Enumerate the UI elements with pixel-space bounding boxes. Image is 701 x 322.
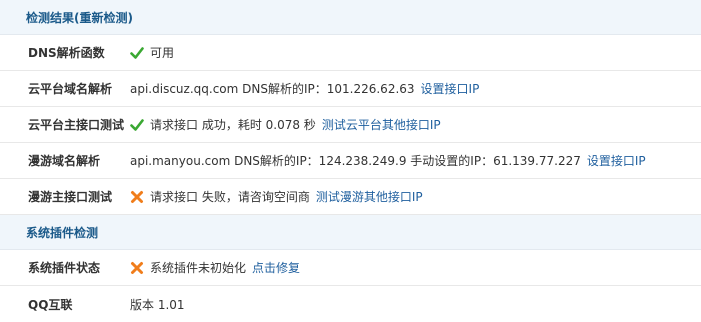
- section-header-check-results[interactable]: 检测结果(重新检测): [0, 0, 701, 35]
- set-api-ip-link[interactable]: 设置接口IP: [421, 80, 480, 97]
- dns-result-text: api.manyou.com DNS解析的IP：124.238.249.9 手动…: [130, 154, 581, 168]
- check-icon: [130, 118, 144, 131]
- row-value: api.discuz.qq.com DNS解析的IP：101.226.62.63…: [130, 80, 479, 97]
- api-result-text: 请求接口 成功，耗时 0.078 秒: [150, 118, 316, 132]
- cross-icon: [131, 261, 143, 274]
- cloud-diagnostic-panel: 检测结果(重新检测) DNS解析函数 可用 云平台域名解析 api.discuz…: [0, 0, 701, 316]
- row-label: 云平台域名解析: [28, 82, 113, 96]
- dns-result-text: api.discuz.qq.com DNS解析的IP：101.226.62.63: [130, 82, 415, 96]
- section-header-plugin-check: 系统插件检测: [0, 215, 701, 250]
- row-value: api.manyou.com DNS解析的IP：124.238.249.9 手动…: [130, 152, 646, 169]
- row-label: 系统插件状态: [28, 261, 101, 275]
- click-repair-link[interactable]: 点击修复: [252, 259, 300, 276]
- row-cloud-domain: 云平台域名解析 api.discuz.qq.com DNS解析的IP：101.2…: [0, 71, 701, 107]
- row-value: 版本 1.01: [130, 296, 185, 313]
- status-text: 可用: [150, 46, 175, 60]
- row-manyou-api-test: 漫游主接口测试 请求接口 失败，请咨询空间商 测试漫游其他接口IP: [0, 179, 701, 215]
- section-title[interactable]: 检测结果(重新检测): [26, 9, 133, 26]
- test-cloud-other-ip-link[interactable]: 测试云平台其他接口IP: [322, 116, 441, 133]
- row-label: 漫游主接口测试: [28, 190, 113, 204]
- cross-icon: [131, 190, 143, 203]
- row-manyou-domain: 漫游域名解析 api.manyou.com DNS解析的IP：124.238.2…: [0, 143, 701, 179]
- row-dns-function: DNS解析函数 可用: [0, 35, 701, 71]
- row-label: QQ互联: [28, 297, 73, 312]
- row-cloud-api-test: 云平台主接口测试 请求接口 成功，耗时 0.078 秒 测试云平台其他接口IP: [0, 107, 701, 143]
- check-icon: [130, 46, 144, 59]
- section-title: 系统插件检测: [26, 225, 99, 240]
- row-label: 漫游域名解析: [28, 154, 101, 168]
- row-value: 请求接口 成功，耗时 0.078 秒 测试云平台其他接口IP: [130, 116, 441, 133]
- test-manyou-other-ip-link[interactable]: 测试漫游其他接口IP: [316, 188, 423, 205]
- row-label: DNS解析函数: [28, 46, 105, 60]
- row-label: 云平台主接口测试: [28, 118, 125, 132]
- row-value: 可用: [130, 44, 174, 61]
- version-text: 版本 1.01: [130, 297, 185, 312]
- row-value: 系统插件未初始化 点击修复: [130, 259, 300, 276]
- api-result-text: 请求接口 失败，请咨询空间商: [150, 190, 310, 204]
- set-api-ip-link[interactable]: 设置接口IP: [587, 152, 646, 169]
- row-value: 请求接口 失败，请咨询空间商 测试漫游其他接口IP: [130, 188, 423, 205]
- plugin-status-text: 系统插件未初始化: [150, 261, 247, 275]
- row-plugin-status: 系统插件状态 系统插件未初始化 点击修复: [0, 250, 701, 286]
- row-qq-connect: QQ互联 版本 1.01: [0, 286, 701, 322]
